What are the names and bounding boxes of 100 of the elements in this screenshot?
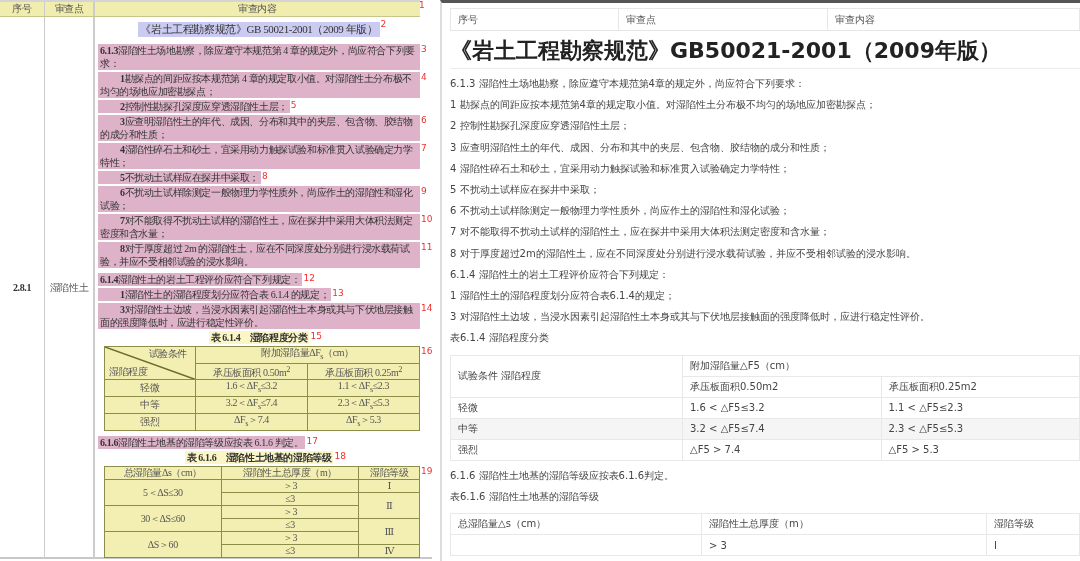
table-cell: △F5 > 5.3 [881, 439, 1080, 461]
paragraph: 1 湿陷性土的湿陷程度划分应符合表6.1.4的规定； [450, 289, 676, 304]
column-header: 附加湿陷量△F5（cm） [682, 355, 1080, 377]
table-cell: ΔF$_{s}$＞7.4 [195, 413, 308, 431]
list-item-text: 3对湿陷性土边坡，当浸水因素引起湿陷性土本身或其与下伏地层接触面的强度降低时，应进行稳定性评价。 [98, 303, 420, 329]
column-header: 附加湿陷量ΔF$_{s}$（cm） [195, 346, 420, 364]
annotation-number: 10 [420, 214, 432, 225]
row-header: 湿陷程度 [109, 366, 148, 379]
annotation-number: 14 [420, 303, 432, 314]
list-item-text: 8对于厚度超过 2m 的湿陷性土，应在不同深度处分别进行浸水载荷试验，并应不受相邻试验的浸水影响。 [98, 242, 420, 268]
table-cell: Ⅳ [358, 544, 420, 558]
paragraph: 2 控制性勘探孔深度应穿透湿陷性土层； [450, 119, 631, 134]
column-header: 总湿陷量Δs（cm） [104, 466, 222, 480]
table-cell: 1.6 < △F5≤3.2 [682, 397, 881, 419]
paragraph: 6.1.3 湿陷性土场地勘察，除应遵守本规范第4章的规定外，尚应符合下列要求： [450, 77, 806, 91]
paragraph: 3 应查明湿陷性土的年代、成因、分布和其中的夹层、包含物、胶结物的成分和性质； [450, 140, 831, 155]
table-cell: ＞3 [221, 505, 359, 519]
paragraph: 表6.1.4 湿陷程度分类 [450, 331, 550, 346]
table-cell: Ⅱ [358, 492, 420, 519]
annotation-number: 2 [379, 19, 388, 30]
column-header: 湿陷性土总厚度（m） [221, 466, 359, 480]
table-cell: 3.2＜ΔF$_{s}$≤7.4 [195, 396, 308, 414]
list-item-text: 5不扰动土试样应在探井中采取； [98, 171, 261, 184]
annotation-number: 3 [420, 44, 428, 55]
annotation-number: 5 [289, 100, 298, 111]
clause-text: 6.1.6湿陷性土地基的湿陷等级应按表 6.1.6 判定。 [98, 436, 306, 450]
paragraph: 6 不扰动土试样除测定一般物理力学性质外，尚应作土的湿陷性和湿化试验； [450, 204, 791, 219]
annotation-number: 17 [305, 436, 318, 448]
paragraph: 6.1.6 湿陷性土地基的湿陷等级应按表6.1.6判定。 [450, 468, 676, 483]
table-cell: 1.1＜ΔF$_{s}$≤2.3 [307, 379, 420, 397]
table-cell: 1.1 < △F5≤2.3 [881, 397, 1080, 419]
paragraph: 4 湿陷性碎石土和砂土，宜采用动力触探试验和标准贯入试验确定力学特性； [450, 161, 791, 176]
table-cell: ΔS＞60 [104, 531, 222, 558]
document-title: 《岩土工程勘察规范》GB 50021-2001（2009 年版） [138, 22, 380, 37]
annotation-number: 4 [420, 72, 428, 83]
annotation-number: 1 [418, 0, 426, 11]
paragraph: 6.1.4 湿陷性土的岩土工程评价应符合下列规定： [450, 267, 670, 282]
annotation-number: 9 [420, 186, 428, 197]
table-cell: I [986, 534, 1080, 556]
table-cell: Ⅰ [358, 479, 420, 493]
annotation-number: 13 [331, 288, 344, 299]
table-cell: 2.3＜ΔF$_{s}$≤5.3 [307, 396, 420, 414]
column-header: 审查内容 [237, 2, 278, 16]
table-cell: ≤3 [221, 544, 359, 558]
table-cell: 轻微 [450, 397, 683, 419]
list-item-text: 4湿陷性碎石土和砂土，宜采用动力触探试验和标准贯入试验确定力学特性； [98, 143, 420, 169]
column-header: 湿陷等级 [986, 513, 1080, 535]
table-cell: 1.6＜ΔF$_{s}$≤3.2 [195, 379, 308, 397]
table-cell: △F5 > 7.4 [682, 439, 881, 461]
column-header: 湿陷性土总厚度（m） [701, 513, 987, 535]
annotation-number: 15 [309, 331, 322, 342]
table-cell: 2.3 < △F5≤5.3 [881, 418, 1080, 440]
table-cell: ≤3 [221, 518, 359, 532]
table-cell: 中等 [104, 396, 196, 414]
table-cell: 5＜ΔS≤30 [104, 479, 222, 506]
annotation-number: 6 [420, 115, 428, 126]
list-item-text: 3应查明湿陷性土的年代、成因、分布和其中的夹层、包含物、胶结物的成分和性质； [98, 115, 420, 141]
annotation-number: 11 [420, 242, 432, 253]
column-header: 试验条件 [148, 348, 187, 360]
table-cell: > 3 [701, 534, 987, 556]
table-caption: 表 6.1.6 湿陷性土地基的湿陷等级 [184, 451, 334, 465]
table-cell: 30＜ΔS≤60 [104, 505, 222, 532]
column-header: 序号 [0, 2, 45, 16]
table-cell: 强烈 [104, 413, 196, 431]
column-header: 承压板面积 0.50m$^{2}$ [195, 363, 308, 380]
annotation-number: 7 [420, 143, 428, 154]
table-cell: 中等 [450, 418, 683, 440]
paragraph: 5 不扰动土试样应在探井中采取； [450, 183, 601, 197]
table-cell: 强烈 [450, 439, 683, 461]
table-cell: ＞3 [221, 531, 359, 545]
column-header: 总湿陷量△s（cm） [450, 513, 702, 535]
paragraph: 7 对不能取得不扰动土试样的湿陷性土，应在探井中采用大体积法测定密度和含水量； [450, 225, 831, 240]
table-cell: ΔF$_{s}$＞5.3 [307, 413, 420, 431]
column-header: 序号 [451, 9, 619, 30]
review-point: 湿陷性土 [49, 280, 89, 295]
row-number: 2.8.1 [13, 282, 31, 294]
annotation-number: 12 [302, 273, 315, 284]
annotation-number: 16 [420, 346, 432, 357]
column-header: 承压板面积0.50m2 [682, 376, 881, 398]
paragraph: 表6.1.6 湿陷性土地基的湿陷等级 [450, 489, 600, 504]
column-header: 湿陷等级 [358, 466, 420, 480]
column-header: 承压板面积0.25m2 [881, 376, 1080, 398]
column-header: 试验条件 湿陷程度 [450, 355, 683, 398]
list-item-text: 2控制性勘探孔深度应穿透湿陷性土层； [98, 100, 290, 113]
document-title: 《岩土工程勘察规范》GB50021-2001（2009年版） [450, 36, 1080, 69]
table-cell: ≤3 [221, 492, 359, 506]
paragraph: 3 对湿陷性土边坡，当浸水因素引起湿陷性土本身或其与下伏地层接触面的强度降低时，应进行稳定性评价。 [450, 310, 931, 325]
clause-text: 6.1.3湿陷性土场地勘察，除应遵守本规范第 4 章的规定外，尚应符合下列要求： [98, 44, 420, 70]
paragraph: 1 勘探点的间距应按本规范第4章的规定取小值。对湿陷性土分布极不均匀的场地应加密勘探点； [450, 98, 877, 113]
clause-text: 6.1.4湿陷性土的岩土工程评价应符合下列规定： [98, 273, 303, 286]
table-cell: ＞3 [221, 479, 359, 493]
paragraph: 8 对于厚度超过2m的湿陷性土，应在不同深度处分别进行浸水载荷试验，并应不受相邻试验的浸水影响。 [450, 246, 917, 261]
column-header: 审查点 [45, 2, 95, 16]
table-cell: 轻微 [104, 379, 196, 397]
list-item-text: 7对不能取得不扰动土试样的湿陷性土，应在探井中采用大体积法测定密度和含水量； [98, 214, 420, 240]
list-item-text: 6不扰动土试样除测定一般物理力学性质外，尚应作土的湿陷性和湿化试验； [98, 186, 420, 212]
list-item-text: 1勘探点的间距应按本规范第 4 章的规定取小值。对湿陷性土分布极不均匀的场地应加密勘探点； [98, 72, 420, 98]
list-item-text: 1湿陷性土的湿陷程度划分应符合表 6.1.4 的规定； [98, 288, 332, 301]
column-header: 审查点 [619, 9, 828, 30]
annotation-number: 8 [261, 171, 269, 182]
